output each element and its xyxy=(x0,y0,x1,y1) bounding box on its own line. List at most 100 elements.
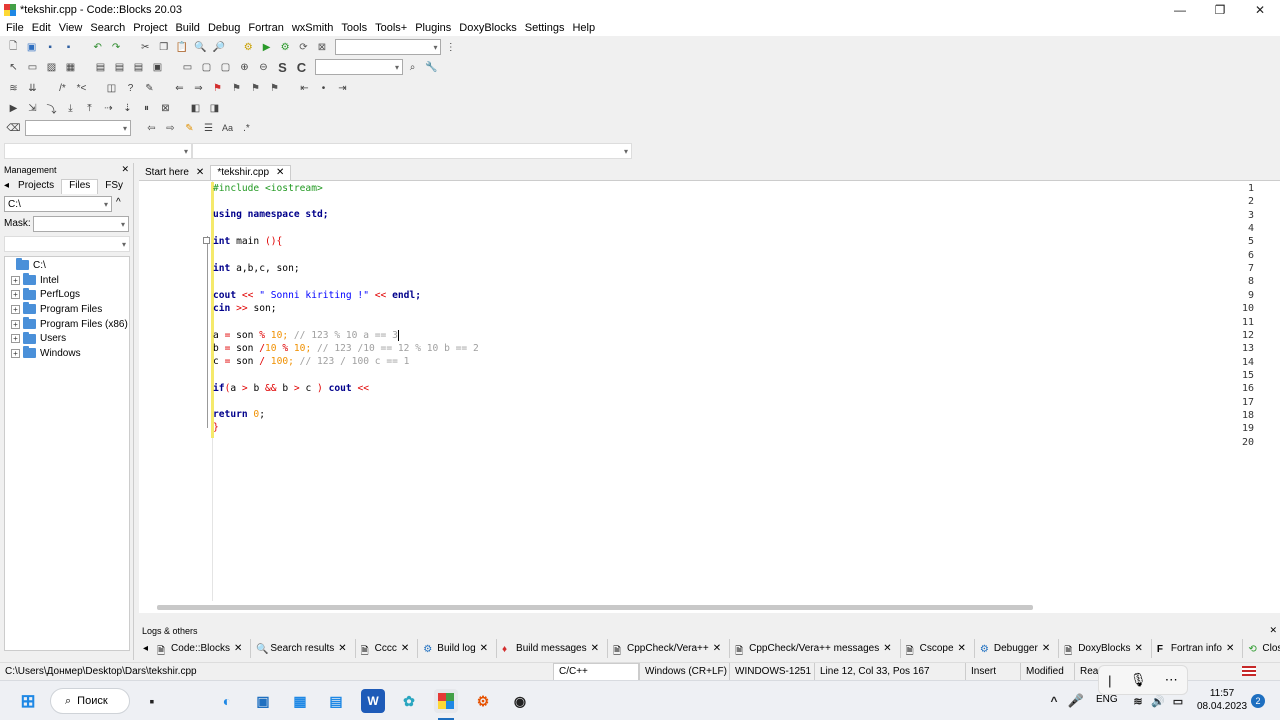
task-view-icon[interactable]: ▪ xyxy=(140,689,164,713)
filter-dropdown-icon[interactable]: ▾ xyxy=(122,240,126,249)
next-icon[interactable]: ⇒ xyxy=(191,80,207,96)
toggle-icon[interactable]: ◫ xyxy=(104,80,120,96)
close-window-button[interactable]: ✕ xyxy=(1240,0,1280,20)
jump-forward-icon[interactable]: ⇥ xyxy=(335,80,351,96)
run-icon[interactable]: ▶ xyxy=(259,39,274,55)
close-tab-icon[interactable]: ✕ xyxy=(196,167,204,178)
menu-fortran[interactable]: Fortran xyxy=(248,22,283,34)
step-instruction-icon[interactable]: ⇣ xyxy=(120,100,136,116)
language-indicator[interactable]: ENG xyxy=(1096,694,1118,705)
debug-start-icon[interactable]: ▶ xyxy=(6,100,22,116)
restore-button[interactable]: ❐ xyxy=(1200,0,1240,20)
log-tab-fortran-info[interactable]: F Fortran info ✕ xyxy=(1152,639,1244,658)
menu-settings[interactable]: Settings xyxy=(525,22,565,34)
close-tab-icon[interactable]: ✕ xyxy=(958,643,966,654)
zoom-out-icon[interactable]: ⊖ xyxy=(256,59,272,75)
layers-icon[interactable]: ≋ xyxy=(6,80,22,96)
paint-app-icon[interactable]: ⚙ xyxy=(471,689,495,713)
fold-toggle-icon[interactable] xyxy=(203,237,210,244)
menu-project[interactable]: Project xyxy=(133,22,167,34)
menu-search[interactable]: Search xyxy=(90,22,125,34)
edge-browser-icon[interactable]: ◐ xyxy=(215,689,239,713)
close-tab-icon[interactable]: ✕ xyxy=(480,643,488,654)
rectangle-icon[interactable]: ▭ xyxy=(25,59,41,75)
log-tab-cppcheck[interactable]: 🗎 CppCheck/Vera++ ✕ xyxy=(608,639,731,658)
bookmark-clear-icon[interactable]: ⚑ xyxy=(267,80,283,96)
menu-file[interactable]: File xyxy=(6,22,24,34)
next-instruction-icon[interactable]: ⇢ xyxy=(101,100,117,116)
log-tab-search-results[interactable]: 🔍 Search results ✕ xyxy=(251,639,356,658)
justify-icon[interactable]: ▣ xyxy=(150,59,166,75)
list-icon[interactable]: ☰ xyxy=(201,120,217,136)
bookmark-next-icon[interactable]: ⚑ xyxy=(248,80,264,96)
cut-icon[interactable]: ✂ xyxy=(138,39,153,55)
target-options-icon[interactable]: ⋮ xyxy=(443,39,458,55)
notepad-icon[interactable]: ▤ xyxy=(324,689,348,713)
mask-input[interactable]: ▾ xyxy=(33,216,129,232)
highlight-icon[interactable]: ✎ xyxy=(182,120,198,136)
more-icon[interactable]: ⋯ xyxy=(1165,672,1178,688)
find-icon[interactable]: 🔍 xyxy=(193,39,208,55)
chevron-up-icon[interactable]: ^ xyxy=(1042,689,1066,713)
microphone-icon[interactable]: 🎙 xyxy=(1130,672,1147,688)
build-run-icon[interactable]: ⚙ xyxy=(277,39,292,55)
zoom-in-icon[interactable]: ⊕ xyxy=(237,59,253,75)
jump-dot-icon[interactable]: • xyxy=(316,80,332,96)
menu-plugins[interactable]: Plugins xyxy=(415,22,451,34)
tree-item[interactable]: + Program Files (x86) xyxy=(5,317,129,332)
path-combo[interactable]: C:\ ▾ xyxy=(4,196,112,212)
undo-icon[interactable]: ↶ xyxy=(90,39,105,55)
wrench-icon[interactable]: ✎ xyxy=(142,80,158,96)
uncomment-icon[interactable]: *< xyxy=(74,80,90,96)
copy-icon[interactable]: ❐ xyxy=(156,39,171,55)
select-icon[interactable]: ↖ xyxy=(6,59,22,75)
scope-combo[interactable]: ▾ xyxy=(4,143,192,159)
comment-icon[interactable]: /* xyxy=(55,80,71,96)
network-app-icon[interactable]: ✿ xyxy=(397,689,421,713)
tree-item[interactable]: + Users xyxy=(5,331,129,346)
logs-scroll-left-icon[interactable]: ◂ xyxy=(139,643,152,654)
zoom-combo[interactable]: ▾ xyxy=(315,59,403,75)
align-center-icon[interactable]: ▤ xyxy=(112,59,128,75)
codeblocks-task-icon[interactable] xyxy=(434,689,458,713)
jump-back-icon[interactable]: ⇤ xyxy=(297,80,313,96)
path-dropdown-icon[interactable]: ▾ xyxy=(104,200,108,209)
save-icon[interactable]: ▪ xyxy=(42,39,57,55)
new-file-icon[interactable]: 🗋 xyxy=(6,39,21,55)
close-tab-icon[interactable]: ✕ xyxy=(591,643,599,654)
word-icon[interactable]: W xyxy=(361,689,385,713)
expand-icon[interactable]: + xyxy=(11,290,20,300)
clock[interactable]: 11:57 08.04.2023 xyxy=(1196,687,1248,713)
log-tab-debugger[interactable]: ⚙ Debugger ✕ xyxy=(975,639,1060,658)
close-tab-icon[interactable]: ✕ xyxy=(338,643,346,654)
obs-icon[interactable]: ◉ xyxy=(508,689,532,713)
paste-icon[interactable]: 📋 xyxy=(174,39,189,55)
code-editor[interactable]: 1 2 3 4 5 6 7 8 9 10 11 12 13 14 15 16 17 18 19 20 #include… xyxy=(139,181,1280,613)
battery-icon[interactable]: ▭ xyxy=(1166,689,1190,713)
close-tab-icon[interactable]: ✕ xyxy=(401,643,409,654)
tab-fsymbols[interactable]: FSy xyxy=(98,180,130,194)
menu-build[interactable]: Build xyxy=(175,22,199,34)
menu-tools-plus[interactable]: Tools+ xyxy=(375,22,407,34)
tree-item[interactable]: + PerfLogs xyxy=(5,287,129,302)
code-scope-combo[interactable]: ▾ xyxy=(25,120,131,136)
bookmark-prev-icon[interactable]: ⚑ xyxy=(229,80,245,96)
menu-tools[interactable]: Tools xyxy=(341,22,367,34)
menu-help[interactable]: Help xyxy=(572,22,595,34)
tab-tekshir-cpp[interactable]: *tekshir.cpp ✕ xyxy=(210,165,292,180)
box-round-icon[interactable]: ▢ xyxy=(199,59,215,75)
debug-info-icon[interactable]: ◨ xyxy=(207,100,223,116)
mask-dropdown-icon[interactable]: ▾ xyxy=(121,220,125,229)
log-tab-cccc[interactable]: 🗎 Cccc ✕ xyxy=(356,639,419,658)
close-tab-icon[interactable]: ✕ xyxy=(1042,643,1050,654)
run-to-cursor-icon[interactable]: ⇲ xyxy=(25,100,41,116)
search-options-icon[interactable]: 🔧 xyxy=(424,59,440,75)
box-shadow-icon[interactable]: ▢ xyxy=(218,59,234,75)
symbol-s-icon[interactable]: S xyxy=(275,59,291,75)
log-tab-cppcheck-messages[interactable]: 🗎 CppCheck/Vera++ messages ✕ xyxy=(730,639,901,658)
minimize-button[interactable]: — xyxy=(1160,0,1200,20)
replace-icon[interactable]: 🔎 xyxy=(211,39,226,55)
tab-projects[interactable]: Projects xyxy=(11,180,61,194)
nav-forward-icon[interactable]: ⇨ xyxy=(163,120,179,136)
open-file-icon[interactable]: ▣ xyxy=(24,39,39,55)
